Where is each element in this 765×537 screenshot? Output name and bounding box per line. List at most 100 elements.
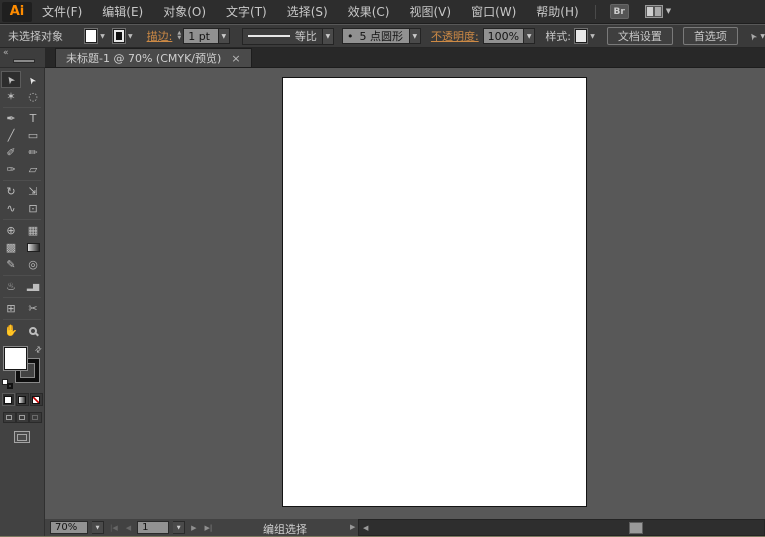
pen-tool[interactable]: ✒ <box>1 110 21 127</box>
canvas-area[interactable] <box>45 68 765 518</box>
shape-builder-tool[interactable]: ⊕ <box>1 222 21 239</box>
stroke-width-field[interactable]: 1 pt <box>183 28 218 44</box>
scrollbar-thumb[interactable] <box>629 522 643 534</box>
menu-help[interactable]: 帮助(H) <box>526 0 588 24</box>
menu-object[interactable]: 对象(O) <box>153 0 216 24</box>
hand-tool[interactable]: ✋ <box>1 322 21 339</box>
zoom-tool[interactable] <box>23 322 43 339</box>
magic-wand-tool[interactable]: ✶ <box>1 88 21 105</box>
gradient-chip-icon <box>18 396 26 404</box>
stroke-profile-label: 等比 <box>295 28 317 44</box>
line-segment-tool[interactable]: ╱ <box>1 127 21 144</box>
gradient-button[interactable] <box>16 393 29 406</box>
paint-style-buttons <box>0 393 44 406</box>
swap-fill-stroke-icon[interactable]: ⇄ <box>33 344 44 355</box>
menu-view[interactable]: 视图(V) <box>399 0 461 24</box>
pencil-tool[interactable]: ✏ <box>23 144 43 161</box>
change-screen-mode-button[interactable] <box>14 431 30 443</box>
zoom-level-dropdown[interactable]: ▼ <box>92 521 104 534</box>
blend-tool[interactable]: ◎ <box>23 256 43 273</box>
none-button[interactable] <box>30 393 43 406</box>
menu-effect[interactable]: 效果(C) <box>338 0 400 24</box>
fill-stroke-widget: ⇄ <box>0 345 44 389</box>
stroke-width-stepper[interactable]: ▲▼ <box>177 31 181 42</box>
column-graph-tool[interactable]: ▂▆ <box>23 278 43 295</box>
menu-type[interactable]: 文字(T) <box>216 0 277 24</box>
stroke-profile-preview <box>248 35 290 37</box>
style-swatch[interactable] <box>575 29 587 43</box>
artboard-tool[interactable]: ⊞ <box>1 300 21 317</box>
draw-behind-button[interactable] <box>16 412 29 423</box>
default-fill-stroke-icon[interactable] <box>2 379 13 389</box>
app-logo: Ai <box>2 2 32 22</box>
slice-tool[interactable]: ✂ <box>23 300 43 317</box>
fill-color-indicator[interactable] <box>4 347 27 370</box>
color-chip-icon <box>4 396 12 404</box>
chevron-down-icon[interactable]: ▼ <box>760 33 765 40</box>
mesh-tool[interactable]: ▩ <box>1 239 21 256</box>
direct-selection-tool[interactable]: ➤ <box>23 71 43 88</box>
stroke-profile-dropdown[interactable]: 等比 <box>242 28 323 45</box>
gradient-tool[interactable] <box>23 239 43 256</box>
scroll-left-icon[interactable]: ◀ <box>359 524 372 532</box>
menu-window[interactable]: 窗口(W) <box>461 0 526 24</box>
previous-artboard-icon[interactable]: ◀ <box>124 524 133 532</box>
tool-status-text: 编组选择 <box>225 521 345 537</box>
perspective-grid-tool[interactable]: ▦ <box>23 222 43 239</box>
chevron-down-icon[interactable]: ▼ <box>128 33 133 40</box>
type-tool[interactable]: T <box>23 110 43 127</box>
lasso-tool[interactable]: ◌ <box>23 88 43 105</box>
scale-tool[interactable]: ⇲ <box>23 183 43 200</box>
close-icon[interactable]: × <box>231 52 240 65</box>
zoom-level-field[interactable]: 70% <box>50 521 88 534</box>
stroke-panel-link[interactable]: 描边: <box>147 28 173 44</box>
paintbrush-tool[interactable]: ✐ <box>1 144 21 161</box>
color-button[interactable] <box>2 393 15 406</box>
document-setup-button[interactable]: 文档设置 <box>607 27 673 45</box>
opacity-dropdown[interactable]: ▼ <box>524 28 535 44</box>
none-chip-icon <box>32 396 40 404</box>
opacity-panel-link[interactable]: 不透明度: <box>431 28 479 44</box>
rotate-tool[interactable]: ↻ <box>1 183 21 200</box>
menu-select[interactable]: 选择(S) <box>277 0 338 24</box>
draw-normal-button[interactable] <box>3 412 16 423</box>
status-expand-icon[interactable]: ▶ <box>350 523 355 531</box>
last-artboard-icon[interactable]: ▶| <box>203 524 215 532</box>
next-artboard-icon[interactable]: ▶ <box>189 524 198 532</box>
collapse-panel-chevrons[interactable]: « <box>3 48 9 58</box>
bridge-button[interactable]: Br <box>610 4 629 19</box>
panel-grip[interactable] <box>13 59 35 63</box>
chevron-down-icon[interactable]: ▼ <box>590 33 595 40</box>
fill-color-swatch[interactable] <box>85 29 97 43</box>
brush-definition-dropdown[interactable]: ▼ <box>410 28 421 44</box>
artboard-number-dropdown[interactable]: ▼ <box>173 521 185 534</box>
draw-inside-button[interactable] <box>29 412 42 423</box>
artboard-number-field[interactable]: 1 <box>137 521 169 534</box>
symbol-sprayer-tool[interactable]: ♨ <box>1 278 21 295</box>
horizontal-scrollbar[interactable]: ◀ <box>358 519 765 536</box>
menu-edit[interactable]: 编辑(E) <box>92 0 153 24</box>
opacity-field[interactable]: 100% <box>483 28 524 44</box>
control-bar: 未选择对象 ▼ ▼ 描边: ▲▼ 1 pt ▼ 等比 ▼ • 5 点圆形 ▼ 不… <box>0 25 765 48</box>
tool-group-divider <box>3 219 41 220</box>
document-tab[interactable]: 未标题-1 @ 70% (CMYK/预览) × <box>55 48 252 67</box>
chevron-down-icon[interactable]: ▼ <box>323 28 334 45</box>
workspace-switcher[interactable]: ▼ <box>645 5 671 18</box>
cursor-presets-icon[interactable]: ➤ <box>747 30 760 42</box>
chevron-down-icon[interactable]: ▼ <box>100 33 105 40</box>
blob-brush-tool[interactable]: ✑ <box>1 161 21 178</box>
preferences-button[interactable]: 首选项 <box>683 27 738 45</box>
eyedropper-tool[interactable]: ✎ <box>1 256 21 273</box>
stroke-width-dropdown[interactable]: ▼ <box>219 28 230 44</box>
brush-definition-field[interactable]: • 5 点圆形 <box>342 28 410 44</box>
width-tool[interactable]: ∿ <box>1 200 21 217</box>
free-transform-tool[interactable]: ⊡ <box>23 200 43 217</box>
artboard[interactable] <box>282 77 587 507</box>
document-tab-bar: 未标题-1 @ 70% (CMYK/预览) × <box>45 48 765 68</box>
selection-tool[interactable]: ➤ <box>1 71 21 88</box>
eraser-tool[interactable]: ▱ <box>23 161 43 178</box>
first-artboard-icon[interactable]: |◀ <box>108 524 120 532</box>
menu-file[interactable]: 文件(F) <box>32 0 92 24</box>
stroke-color-swatch[interactable] <box>113 29 125 43</box>
rectangle-tool[interactable]: ▭ <box>23 127 43 144</box>
